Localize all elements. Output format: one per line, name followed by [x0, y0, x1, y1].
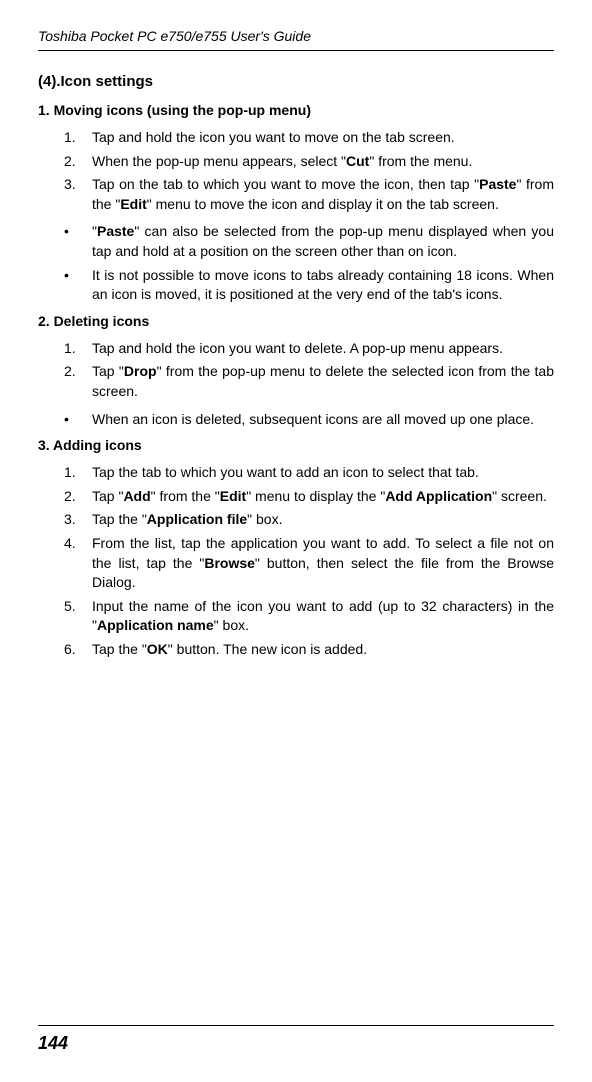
sub1-bullet-list: •"Paste" can also be selected from the p… — [38, 222, 554, 304]
list-content: When the pop-up menu appears, select "Cu… — [92, 152, 554, 172]
bullet-marker: • — [64, 266, 92, 305]
list-item: 3.Tap on the tab to which you want to mo… — [64, 175, 554, 214]
sub3-ordered-list: 1.Tap the tab to which you want to add a… — [38, 463, 554, 659]
list-marker: 4. — [64, 534, 92, 593]
list-content: Tap the tab to which you want to add an … — [92, 463, 554, 483]
list-content: When an icon is deleted, subsequent icon… — [92, 410, 554, 430]
list-content: Tap and hold the icon you want to move o… — [92, 128, 554, 148]
list-marker: 3. — [64, 175, 92, 214]
sub1-ordered-list: 1.Tap and hold the icon you want to move… — [38, 128, 554, 214]
header-title: Toshiba Pocket PC e750/e755 User's Guide — [38, 28, 554, 44]
list-marker: 2. — [64, 362, 92, 401]
sub-heading-1: 1. Moving icons (using the pop-up menu) — [38, 102, 554, 118]
list-item: 2.Tap "Add" from the "Edit" menu to disp… — [64, 487, 554, 507]
bullet-marker: • — [64, 222, 92, 261]
list-marker: 6. — [64, 640, 92, 660]
list-item: •When an icon is deleted, subsequent ico… — [64, 410, 554, 430]
bullet-marker: • — [64, 410, 92, 430]
list-content: Tap on the tab to which you want to move… — [92, 175, 554, 214]
list-item: 6.Tap the "OK" button. The new icon is a… — [64, 640, 554, 660]
list-content: "Paste" can also be selected from the po… — [92, 222, 554, 261]
list-marker: 2. — [64, 487, 92, 507]
page-number: 144 — [38, 1033, 68, 1054]
list-content: Input the name of the icon you want to a… — [92, 597, 554, 636]
list-item: 1.Tap the tab to which you want to add a… — [64, 463, 554, 483]
list-content: Tap and hold the icon you want to delete… — [92, 339, 554, 359]
list-content: Tap "Drop" from the pop-up menu to delet… — [92, 362, 554, 401]
list-item: 1.Tap and hold the icon you want to dele… — [64, 339, 554, 359]
list-content: Tap "Add" from the "Edit" menu to displa… — [92, 487, 554, 507]
list-item: 1.Tap and hold the icon you want to move… — [64, 128, 554, 148]
list-item: 2.Tap "Drop" from the pop-up menu to del… — [64, 362, 554, 401]
list-marker: 1. — [64, 128, 92, 148]
sub2-bullet-list: •When an icon is deleted, subsequent ico… — [38, 410, 554, 430]
list-item: 4.From the list, tap the application you… — [64, 534, 554, 593]
list-content: From the list, tap the application you w… — [92, 534, 554, 593]
list-content: Tap the "OK" button. The new icon is add… — [92, 640, 554, 660]
list-marker: 1. — [64, 339, 92, 359]
list-item: 5.Input the name of the icon you want to… — [64, 597, 554, 636]
list-marker: 1. — [64, 463, 92, 483]
section-heading: (4).Icon settings — [38, 73, 554, 90]
list-item: 3.Tap the "Application file" box. — [64, 510, 554, 530]
sub-heading-3: 3. Adding icons — [38, 437, 554, 453]
list-item: 2.When the pop-up menu appears, select "… — [64, 152, 554, 172]
list-content: Tap the "Application file" box. — [92, 510, 554, 530]
sub2-ordered-list: 1.Tap and hold the icon you want to dele… — [38, 339, 554, 402]
footer-divider — [38, 1025, 554, 1026]
sub-heading-2: 2. Deleting icons — [38, 313, 554, 329]
list-content: It is not possible to move icons to tabs… — [92, 266, 554, 305]
list-marker: 3. — [64, 510, 92, 530]
list-marker: 5. — [64, 597, 92, 636]
list-item: •It is not possible to move icons to tab… — [64, 266, 554, 305]
list-item: •"Paste" can also be selected from the p… — [64, 222, 554, 261]
header-divider — [38, 50, 554, 51]
list-marker: 2. — [64, 152, 92, 172]
